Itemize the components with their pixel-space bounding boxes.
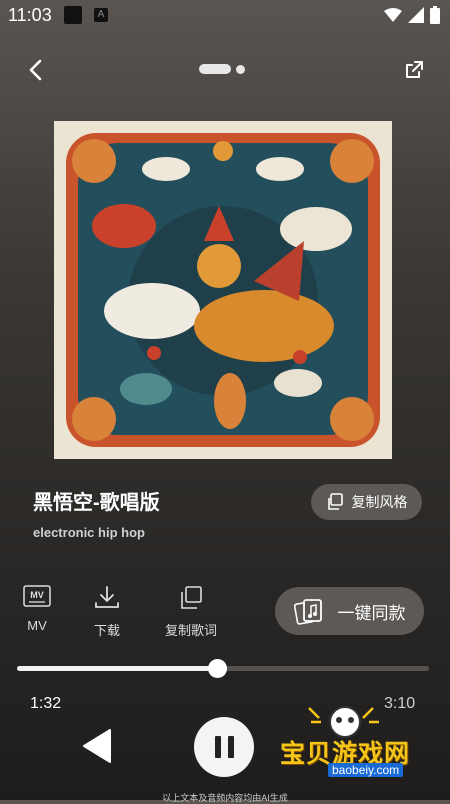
- status-bar: 11:03 A: [0, 0, 450, 32]
- album-cover: [54, 121, 392, 459]
- one-key-same-button[interactable]: 一键同款: [275, 587, 424, 635]
- status-indicators: [384, 6, 440, 24]
- copy-lyrics-label: 复制歌词: [164, 623, 217, 638]
- progress-fill: [17, 666, 217, 671]
- wifi-icon: [384, 8, 402, 22]
- song-style-tag: electronic hip hop: [33, 525, 145, 540]
- page-dot-active: [199, 64, 231, 74]
- download-icon: [95, 586, 119, 608]
- copy-icon: [327, 493, 343, 510]
- signal-icon: [408, 7, 424, 23]
- copy-style-button[interactable]: 复制风格: [311, 484, 422, 520]
- song-title: 黑悟空-歌唱版: [33, 492, 160, 514]
- one-key-same-label: 一键同款: [337, 603, 406, 623]
- copy-lyrics-button[interactable]: 复制歌词: [156, 585, 226, 639]
- pause-icon: [214, 736, 221, 758]
- download-label: 下载: [93, 623, 120, 638]
- mv-button[interactable]: MV MV: [2, 585, 72, 633]
- battery-icon: [430, 6, 440, 24]
- album-cover-art: [54, 121, 392, 459]
- previous-button[interactable]: [80, 728, 116, 764]
- progress-thumb[interactable]: [208, 659, 227, 678]
- download-button[interactable]: 下载: [72, 585, 142, 639]
- share-button[interactable]: [402, 58, 426, 82]
- music-cards-icon: [293, 599, 322, 625]
- watermark-url: baobeiy.com: [328, 763, 404, 777]
- page-indicator: [199, 64, 245, 74]
- notification-icon: [64, 6, 82, 24]
- page-dot: [236, 64, 245, 74]
- pause-button[interactable]: [194, 717, 254, 777]
- copy-icon: [181, 586, 202, 609]
- back-button[interactable]: [22, 56, 50, 84]
- pause-icon: [227, 736, 234, 758]
- status-time: 11:03: [8, 5, 52, 25]
- notification-app-icon: A: [94, 8, 108, 22]
- mv-label: MV: [27, 618, 47, 633]
- mv-icon-text: MV: [30, 590, 44, 600]
- ai-generated-note: 以上文本及音频内容均由AI生成: [162, 793, 288, 803]
- copy-style-label: 复制风格: [351, 494, 408, 510]
- current-time: 1:32: [30, 695, 62, 712]
- mv-icon: MV: [23, 585, 51, 607]
